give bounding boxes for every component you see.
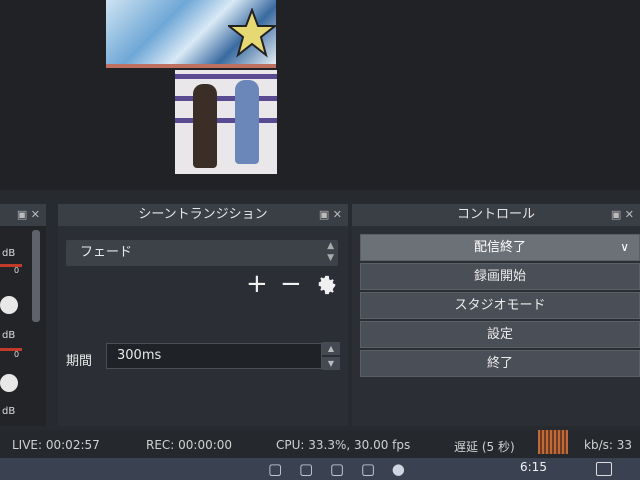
controls-panel: 配信終了 ∨ 録画開始 スタジオモード 設定 終了 xyxy=(352,226,640,426)
os-taskbar: ▢ ▢ ▢ ▢ ● 6:15 xyxy=(0,458,640,480)
duration-spinbox[interactable]: ▲ ▼ xyxy=(322,342,340,370)
spin-up-icon[interactable]: ▲ xyxy=(322,342,340,355)
db-label: dB xyxy=(2,248,16,259)
plus-icon[interactable]: + xyxy=(246,270,268,298)
stop-streaming-button[interactable]: 配信終了 ∨ xyxy=(360,234,640,261)
exit-button[interactable]: 終了 xyxy=(360,350,640,377)
studio-mode-button[interactable]: スタジオモード xyxy=(360,292,640,319)
duration-input[interactable]: 300ms xyxy=(106,343,322,369)
bitrate-value: kb/s: 33 xyxy=(584,438,632,452)
scene-transitions-title: シーントランジション ▣ ✕ xyxy=(58,204,348,226)
dock-area: ▣ ✕ dB 0 dB 0 dB シーントランジション ▣ ✕ フェード ▲ ▼ … xyxy=(0,190,640,430)
minus-icon[interactable]: − xyxy=(280,270,302,298)
float-icon[interactable]: ▣ xyxy=(319,208,329,221)
preview-canvas[interactable] xyxy=(0,0,640,190)
dock-title-label: シーントランジション xyxy=(138,207,268,222)
cpu-fps: CPU: 33.3%, 30.00 fps xyxy=(276,438,411,452)
close-icon[interactable]: ✕ xyxy=(333,208,342,221)
star-icon xyxy=(228,8,276,58)
clock[interactable]: 6:15 xyxy=(520,460,547,474)
tray-icons[interactable]: ▢ ▢ ▢ ▢ ● xyxy=(268,460,411,478)
button-label: スタジオモード xyxy=(454,298,546,313)
close-icon[interactable]: ✕ xyxy=(625,208,634,221)
gear-icon[interactable] xyxy=(0,296,18,314)
scrollbar[interactable] xyxy=(32,230,40,322)
duration-label: 期間 xyxy=(66,354,93,369)
button-label: 終了 xyxy=(486,356,513,371)
live-timer: LIVE: 00:02:57 xyxy=(12,438,100,452)
mixer-dock-title: ▣ ✕ xyxy=(0,204,46,226)
start-recording-button[interactable]: 録画開始 xyxy=(360,263,640,290)
chevron-down-icon[interactable]: ∨ xyxy=(620,235,629,260)
transition-select[interactable]: フェード ▲ ▼ xyxy=(66,240,338,266)
audio-mixer: dB 0 dB 0 dB xyxy=(0,226,46,426)
fighter-right xyxy=(235,80,259,164)
status-bar: LIVE: 00:02:57 REC: 00:00:00 CPU: 33.3%,… xyxy=(0,430,640,458)
notification-icon[interactable] xyxy=(596,462,612,476)
button-label: 録画開始 xyxy=(473,269,526,284)
preview-game-capture xyxy=(175,70,277,174)
controls-title: コントロール ▣ ✕ xyxy=(352,204,640,226)
gear-icon[interactable] xyxy=(316,274,338,296)
fighter-left xyxy=(193,84,217,168)
spin-down-icon[interactable]: ▼ xyxy=(322,357,340,370)
select-arrows-icon: ▲ ▼ xyxy=(327,241,334,263)
float-icon[interactable]: ▣ xyxy=(611,208,621,221)
db-label: dB xyxy=(2,406,16,417)
float-icon[interactable]: ▣ xyxy=(17,208,27,221)
zero-label: 0 xyxy=(14,266,20,275)
transition-select-value: フェード xyxy=(80,245,133,260)
gear-icon[interactable] xyxy=(0,374,18,392)
dock-title-label: コントロール xyxy=(456,207,535,222)
zero-label: 0 xyxy=(14,350,20,359)
button-label: 設定 xyxy=(486,327,513,342)
rec-timer: REC: 00:00:00 xyxy=(146,438,233,452)
close-icon[interactable]: ✕ xyxy=(31,208,40,221)
button-label: 配信終了 xyxy=(473,240,526,255)
scene-transitions-panel: フェード ▲ ▼ + − 期間 300ms ▲ ▼ xyxy=(58,226,348,426)
settings-button[interactable]: 設定 xyxy=(360,321,640,348)
delay-label: 遅延 (5 秒) xyxy=(454,440,515,454)
bitrate-indicator xyxy=(538,430,568,454)
db-label: dB xyxy=(2,330,16,341)
